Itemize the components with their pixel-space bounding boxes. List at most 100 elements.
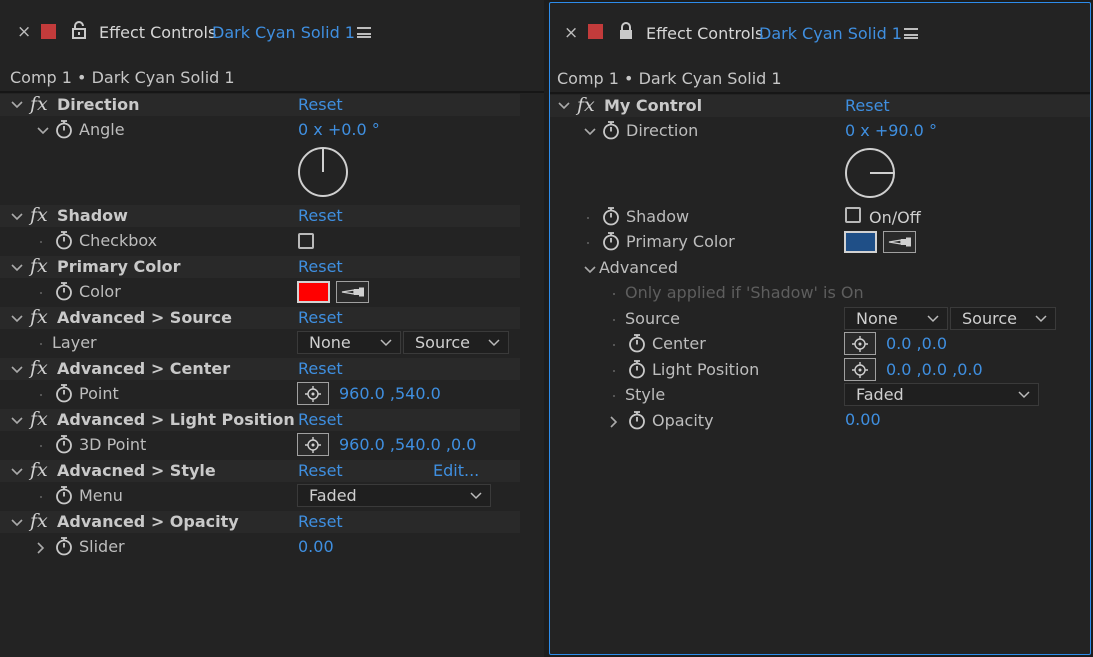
point-target-icon[interactable] <box>844 358 876 381</box>
chevron-down-icon[interactable] <box>584 124 596 142</box>
close-panel-button[interactable]: × <box>17 22 31 42</box>
divider <box>550 92 1090 94</box>
panel-menu-icon[interactable] <box>357 27 371 38</box>
fx-icon[interactable]: fx <box>30 408 48 430</box>
effect-name-source: Advanced > Source <box>57 308 232 327</box>
point-target-icon[interactable] <box>844 332 876 355</box>
3d-point-value[interactable]: 960.0 ,540.0 ,0.0 <box>339 435 476 454</box>
chevron-down-icon[interactable] <box>11 362 23 380</box>
color-swatch[interactable] <box>844 231 877 253</box>
chevron-down-icon[interactable] <box>11 413 23 431</box>
fx-icon[interactable]: fx <box>577 94 595 116</box>
chevron-down-icon <box>927 315 939 323</box>
param-label-menu: Menu <box>79 486 123 505</box>
tree-dot <box>40 292 42 294</box>
chevron-down-icon[interactable] <box>11 515 23 533</box>
eyedropper-icon[interactable] <box>883 231 916 253</box>
fx-icon[interactable]: fx <box>30 93 48 115</box>
point-value[interactable]: 960.0 ,540.0 <box>339 384 441 403</box>
chevron-right-icon[interactable] <box>608 414 620 432</box>
stopwatch-icon[interactable] <box>54 383 74 407</box>
source-type-dropdown[interactable]: Source <box>950 307 1056 330</box>
angle-dial[interactable] <box>297 146 351 204</box>
param-label-light-position: Light Position <box>652 360 760 379</box>
chevron-down-icon[interactable] <box>584 262 596 280</box>
stopwatch-icon[interactable] <box>54 281 74 305</box>
reset-button-style[interactable]: Reset <box>298 461 343 480</box>
stopwatch-icon[interactable] <box>54 434 74 458</box>
direction-value[interactable]: 0 x +90.0 ° <box>845 121 937 140</box>
lock-icon[interactable] <box>618 22 634 44</box>
point-target-icon[interactable] <box>297 382 329 405</box>
panel-layer-name[interactable]: Dark Cyan Solid 1 <box>212 23 355 42</box>
color-label-icon[interactable] <box>588 24 603 39</box>
tree-dot <box>613 395 615 397</box>
reset-button-primary-color[interactable]: Reset <box>298 257 343 276</box>
stopwatch-icon[interactable] <box>54 119 74 143</box>
effect-name-my-control: My Control <box>604 96 703 115</box>
edit-link[interactable]: Edit... <box>433 461 479 480</box>
chevron-down-icon[interactable] <box>11 464 23 482</box>
checkbox-label[interactable]: On/Off <box>869 208 921 227</box>
color-swatch[interactable] <box>297 281 330 303</box>
chevron-down-icon[interactable] <box>11 209 23 227</box>
effect-controls-panel-right: × Effect Controls Dark Cyan Solid 1 Comp… <box>549 2 1091 655</box>
eyedropper-icon[interactable] <box>336 281 369 303</box>
slider-value[interactable]: 0.00 <box>298 537 334 556</box>
fx-icon[interactable]: fx <box>30 510 48 532</box>
fx-icon[interactable]: fx <box>30 306 48 328</box>
reset-button-direction[interactable]: Reset <box>298 95 343 114</box>
stopwatch-icon[interactable] <box>627 410 647 434</box>
layer-dropdown[interactable]: None <box>297 331 401 354</box>
stopwatch-icon[interactable] <box>627 359 647 383</box>
stopwatch-icon[interactable] <box>627 333 647 357</box>
stopwatch-icon[interactable] <box>601 206 621 230</box>
color-label-icon[interactable] <box>41 24 56 39</box>
param-label-point: Point <box>79 384 119 403</box>
stopwatch-icon[interactable] <box>601 120 621 144</box>
angle-dial[interactable] <box>844 147 898 205</box>
panel-title[interactable]: Effect Controls <box>99 23 216 42</box>
chevron-right-icon[interactable] <box>35 540 47 558</box>
fx-icon[interactable]: fx <box>30 204 48 226</box>
close-panel-button[interactable]: × <box>564 23 578 43</box>
param-label-layer: Layer <box>52 333 97 352</box>
fx-icon[interactable]: fx <box>30 357 48 379</box>
group-label-advanced[interactable]: Advanced <box>599 258 678 277</box>
point-target-icon[interactable] <box>297 433 329 456</box>
style-dropdown[interactable]: Faded <box>844 383 1039 406</box>
tree-dot <box>587 242 589 244</box>
opacity-value[interactable]: 0.00 <box>845 410 881 429</box>
source-dropdown[interactable]: Source <box>403 331 509 354</box>
stopwatch-icon[interactable] <box>54 536 74 560</box>
source-layer-dropdown[interactable]: None <box>844 307 948 330</box>
shadow-checkbox[interactable] <box>298 233 314 249</box>
menu-dropdown[interactable]: Faded <box>297 484 491 507</box>
reset-button-source[interactable]: Reset <box>298 308 343 327</box>
reset-button-center[interactable]: Reset <box>298 359 343 378</box>
param-label-3d-point: 3D Point <box>79 435 147 454</box>
reset-button-my-control[interactable]: Reset <box>845 96 890 115</box>
center-value[interactable]: 0.0 ,0.0 <box>886 334 947 353</box>
light-position-value[interactable]: 0.0 ,0.0 ,0.0 <box>886 360 983 379</box>
reset-button-light-position[interactable]: Reset <box>298 410 343 429</box>
effect-name-center: Advanced > Center <box>57 359 231 378</box>
stopwatch-icon[interactable] <box>601 231 621 255</box>
reset-button-shadow[interactable]: Reset <box>298 206 343 225</box>
chevron-down-icon[interactable] <box>11 97 23 115</box>
chevron-down-icon[interactable] <box>11 311 23 329</box>
fx-icon[interactable]: fx <box>30 255 48 277</box>
panel-title[interactable]: Effect Controls <box>646 24 763 43</box>
fx-icon[interactable]: fx <box>30 459 48 481</box>
stopwatch-icon[interactable] <box>54 485 74 509</box>
shadow-checkbox[interactable] <box>845 207 861 223</box>
panel-menu-icon[interactable] <box>904 28 918 39</box>
angle-value[interactable]: 0 x +0.0 ° <box>298 120 380 139</box>
panel-layer-name[interactable]: Dark Cyan Solid 1 <box>759 24 902 43</box>
stopwatch-icon[interactable] <box>54 230 74 254</box>
reset-button-opacity[interactable]: Reset <box>298 512 343 531</box>
unlock-icon[interactable] <box>71 21 87 43</box>
chevron-down-icon[interactable] <box>37 123 49 141</box>
chevron-down-icon[interactable] <box>11 260 23 278</box>
chevron-down-icon[interactable] <box>558 98 570 116</box>
